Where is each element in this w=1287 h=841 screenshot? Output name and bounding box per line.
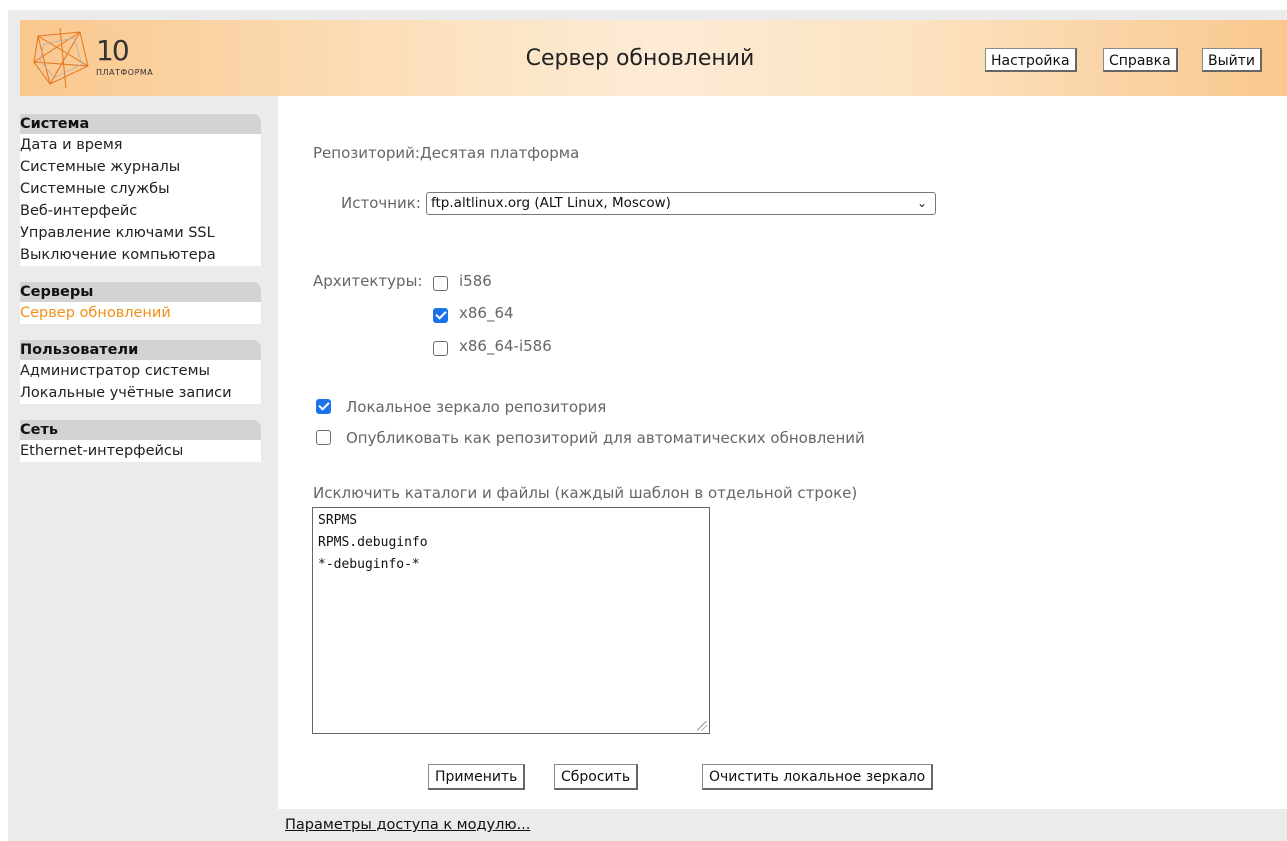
sidebar-item-web-interface[interactable]: Веб-интерфейс (20, 200, 261, 222)
sidebar-group-servers: Серверы Сервер обновлений (20, 282, 261, 324)
main-content: Репозиторий:Десятая платформа Источник: … (278, 96, 1287, 809)
sidebar-item-services[interactable]: Системные службы (20, 178, 261, 200)
settings-button[interactable]: Настройка (985, 48, 1077, 72)
sidebar-item-ethernet[interactable]: Ethernet-интерфейсы (20, 440, 261, 462)
publish-repo-label: Опубликовать как репозиторий для автомат… (346, 429, 865, 447)
sidebar-item-shutdown[interactable]: Выключение компьютера (20, 244, 261, 266)
logo: 10 ПЛАТФОРМА (30, 26, 190, 90)
sidebar: Система Дата и время Системные журналы С… (20, 96, 278, 809)
footer: Параметры доступа к модулю... (278, 809, 1287, 841)
reset-button[interactable]: Сбросить (554, 764, 639, 790)
logo-mark-icon (33, 27, 89, 89)
module-access-link[interactable]: Параметры доступа к модулю... (285, 817, 530, 833)
repo-value: Десятая платформа (419, 144, 580, 162)
help-button[interactable]: Справка (1103, 48, 1178, 72)
local-mirror-checkbox[interactable] (316, 399, 331, 414)
header-bar: 10 ПЛАТФОРМА Сервер обновлений Настройка… (20, 20, 1287, 96)
sidebar-group-title: Серверы (20, 282, 261, 302)
arch-x86-64-i586-checkbox[interactable] (433, 341, 448, 356)
resize-grip-icon[interactable] (697, 721, 707, 731)
arch-i586-checkbox[interactable] (433, 276, 448, 291)
clear-mirror-button[interactable]: Очистить локальное зеркало (702, 764, 934, 790)
repo-label: Репозиторий: (313, 144, 420, 162)
sidebar-item-ssl-keys[interactable]: Управление ключами SSL (20, 222, 261, 244)
source-label: Источник: (341, 194, 421, 212)
chevron-down-icon: ⌄ (916, 196, 927, 210)
arch-label: Архитектуры: (313, 272, 423, 290)
exclude-line: *-debuginfo-* (318, 557, 420, 572)
exclude-textarea[interactable]: SRPMS RPMS.debuginfo *-debuginfo-* (312, 507, 710, 734)
sidebar-group-system: Система Дата и время Системные журналы С… (20, 114, 261, 266)
sidebar-group-network: Сеть Ethernet-интерфейсы (20, 420, 261, 462)
arch-x86-64-i586-label: x86_64-i586 (459, 337, 552, 355)
sidebar-group-title: Система (20, 114, 261, 134)
sidebar-group-title: Пользователи (20, 340, 261, 360)
logout-button[interactable]: Выйти (1202, 48, 1263, 72)
source-select[interactable]: ftp.altlinux.org (ALT Linux, Moscow) ⌄ (426, 192, 936, 215)
exclude-line: RPMS.debuginfo (318, 535, 428, 550)
arch-x86-64-label: x86_64 (459, 304, 514, 322)
publish-repo-checkbox[interactable] (316, 430, 331, 445)
sidebar-group-title: Сеть (20, 420, 261, 440)
page-title: Сервер обновлений (525, 46, 755, 71)
sidebar-item-local-accounts[interactable]: Локальные учётные записи (20, 382, 261, 404)
exclude-line: SRPMS (318, 513, 358, 528)
source-select-value: ftp.altlinux.org (ALT Linux, Moscow) (431, 195, 671, 211)
sidebar-item-datetime[interactable]: Дата и время (20, 134, 261, 156)
repo-line: Репозиторий:Десятая платформа (313, 144, 579, 162)
apply-button[interactable]: Применить (428, 764, 526, 790)
logo-number: 10 (96, 34, 130, 67)
local-mirror-label: Локальное зеркало репозитория (346, 398, 607, 416)
page: 10 ПЛАТФОРМА Сервер обновлений Настройка… (0, 0, 1287, 841)
sidebar-group-users: Пользователи Администратор системы Локал… (20, 340, 261, 404)
exclude-label: Исключить каталоги и файлы (каждый шабло… (313, 484, 858, 502)
arch-x86-64-checkbox[interactable] (433, 308, 448, 323)
sidebar-item-logs[interactable]: Системные журналы (20, 156, 261, 178)
arch-i586-label: i586 (459, 272, 492, 290)
logo-text: ПЛАТФОРМА (96, 68, 154, 77)
sidebar-item-admin[interactable]: Администратор системы (20, 360, 261, 382)
sidebar-item-update-server[interactable]: Сервер обновлений (20, 302, 261, 324)
